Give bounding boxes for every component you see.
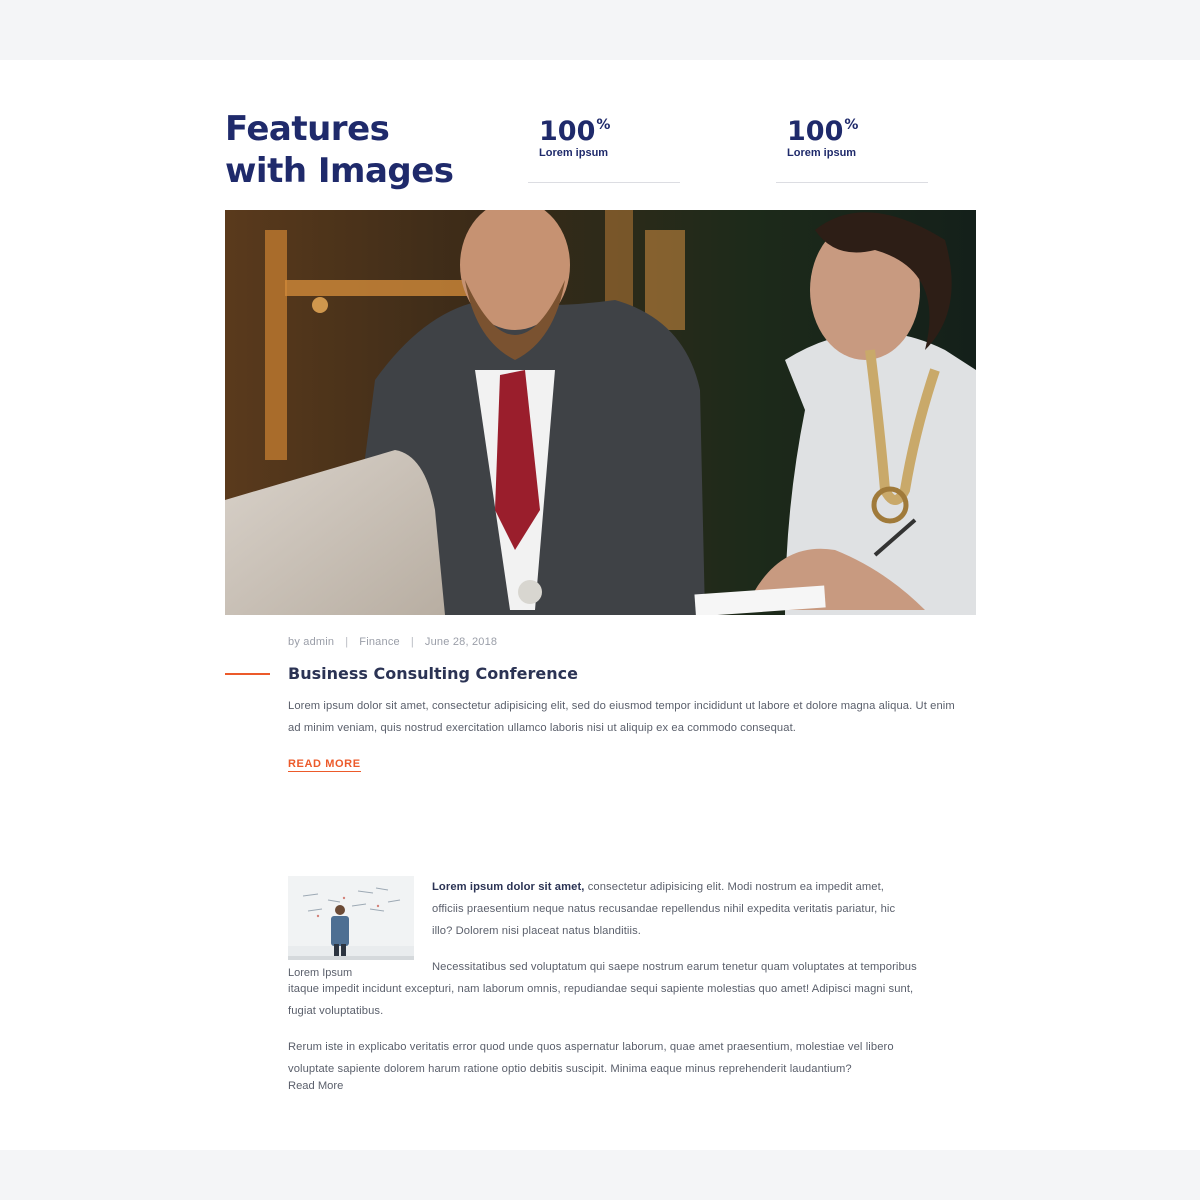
business-meeting-photo	[225, 210, 976, 615]
meta-separator: |	[410, 636, 414, 648]
section-heading-line1: Features	[225, 109, 390, 149]
article-lead-bold: Lorem ipsum dolor sit amet,	[432, 881, 585, 893]
post-excerpt: Lorem ipsum dolor sit amet, consectetur …	[288, 700, 955, 734]
stat-unit: %	[596, 117, 611, 133]
stat-counter: 100% Lorem ipsum	[528, 108, 680, 183]
stat-counter: 100% Lorem ipsum	[776, 108, 928, 183]
section-heading-line2: with Images	[225, 151, 454, 191]
article-read-more-link[interactable]: Read More	[288, 1080, 343, 1092]
stat-value: 100%	[787, 116, 859, 147]
stat-label: Lorem ipsum	[539, 147, 609, 159]
post-category[interactable]: Finance	[359, 636, 400, 648]
stat-label: Lorem ipsum	[787, 147, 857, 159]
post-title[interactable]: Business Consulting Conference	[288, 663, 578, 685]
article-paragraph: Lorem ipsum dolor sit amet, consectetur …	[432, 876, 912, 942]
read-more-link[interactable]: READ MORE	[288, 757, 361, 772]
stat-unit: %	[844, 117, 859, 133]
post-date: June 28, 2018	[424, 636, 498, 648]
bottom-band	[0, 1150, 1200, 1200]
post-meta: by admin | Finance | June 28, 2018	[288, 636, 497, 648]
post-author[interactable]: by admin	[288, 636, 334, 648]
whiteboard-photo	[288, 876, 414, 960]
title-accent-line	[225, 673, 270, 675]
section-heading: Features with Images	[225, 108, 505, 192]
top-band	[0, 0, 1200, 60]
article-thumbnail[interactable]	[288, 876, 414, 960]
meta-separator: |	[345, 636, 349, 648]
featured-image[interactable]	[225, 210, 976, 615]
article-paragraph: Rerum iste in explicabo veritatis error …	[288, 1041, 894, 1075]
article-paragraph: Necessitatibus sed voluptatum qui saepe …	[288, 961, 917, 1017]
stat-value: 100%	[539, 116, 611, 147]
